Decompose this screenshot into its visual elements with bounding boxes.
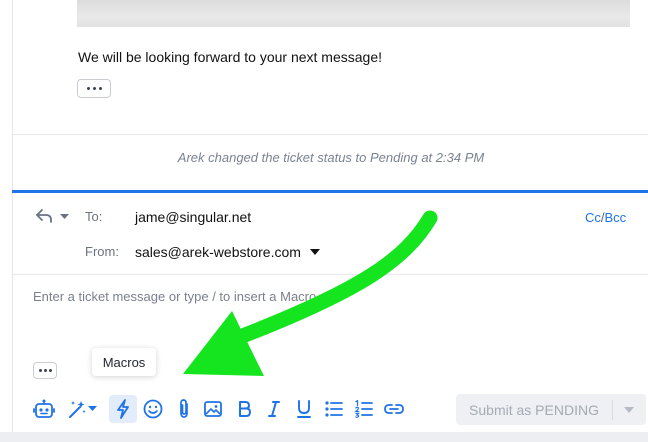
quoted-image [77,0,630,27]
ellipsis-icon [86,87,90,90]
submit-label: Submit as PENDING [469,401,599,418]
insert-link-button[interactable] [380,395,408,423]
divider [13,274,648,275]
ellipsis-icon [38,369,42,372]
numbered-list-icon [354,399,373,418]
bot-icon [33,399,55,418]
emoji-button[interactable] [139,395,167,423]
magic-wand-icon [68,401,85,418]
macros-button[interactable] [109,395,137,423]
numbered-list-button[interactable] [350,395,378,423]
submit-options-button[interactable] [613,406,645,413]
composer-left-rule [12,193,13,442]
paperclip-icon [180,399,188,418]
cc-bcc-links: Cc/Bcc [585,210,626,225]
bullet-list-icon [325,401,343,417]
insert-image-button[interactable] [199,395,227,423]
macros-tooltip: Macros [92,348,156,376]
link-icon [384,404,404,414]
italic-icon [268,401,280,417]
show-trimmed-content-button[interactable] [33,362,57,379]
reply-type-caret-icon[interactable] [60,214,69,220]
bcc-link[interactable]: Bcc [605,210,627,225]
chevron-down-icon [624,406,634,413]
submit-button[interactable]: Submit as PENDING [456,394,646,425]
bot-button[interactable] [30,395,58,423]
page-bottom-strip [0,432,648,442]
ai-assist-button[interactable] [60,395,102,423]
lightning-icon [117,399,129,419]
underline-button[interactable] [290,395,318,423]
status-change-event: Arek changed the ticket status to Pendin… [177,150,485,165]
quoted-message-text: We will be looking forward to your next … [78,49,382,65]
show-quoted-text-button[interactable] [77,79,111,98]
bold-button[interactable] [230,395,258,423]
italic-button[interactable] [260,395,288,423]
message-editor-placeholder[interactable]: Enter a ticket message or type / to inse… [33,289,316,304]
from-sender-select[interactable]: sales@arek-webstore.com [135,244,301,260]
to-recipient[interactable]: jame@singular.net [135,209,251,225]
cc-link[interactable]: Cc [585,210,601,225]
bold-icon [239,401,251,417]
bullet-list-button[interactable] [320,395,348,423]
reply-icon[interactable] [34,207,54,225]
from-label: From: [85,244,119,259]
divider [12,134,648,135]
attach-file-button[interactable] [170,395,198,423]
chevron-down-icon[interactable] [310,249,320,255]
image-icon [204,401,222,417]
composer-active-border [12,190,648,193]
to-label: To: [85,209,103,224]
underline-icon [297,400,311,418]
chevron-down-icon [87,406,97,411]
emoji-icon [143,399,163,419]
